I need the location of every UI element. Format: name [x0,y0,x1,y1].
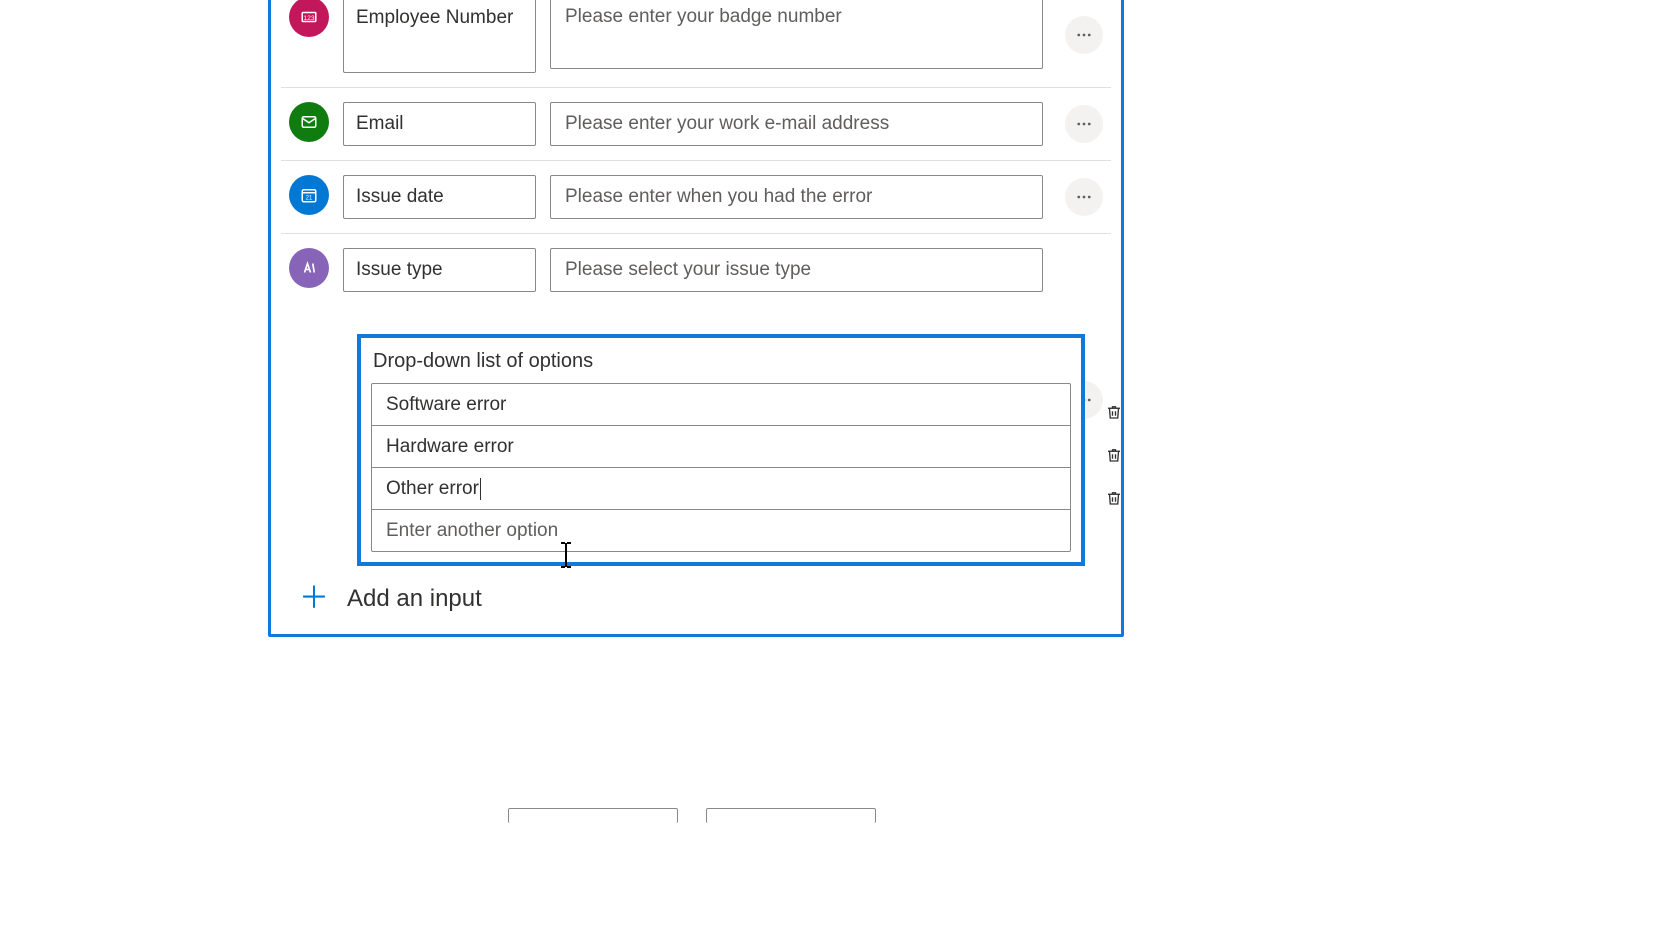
step-button[interactable] [706,808,876,823]
input-row-employee-number: 123 Employee Number Please enter your ba… [281,0,1111,88]
dropdown-option-text: Other error [386,478,479,500]
input-prompt-field[interactable]: Please enter your badge number [550,0,1043,69]
dropdown-options-list: Software error Hardware error Other erro… [371,383,1071,552]
input-row-issue-date: 21 Issue date Please enter when you had … [281,161,1111,234]
dropdown-options-editor: Drop-down list of options Software error… [357,334,1085,566]
input-name-field[interactable]: Issue type [343,248,536,292]
email-icon [289,102,329,142]
input-prompt-field[interactable]: Please select your issue type [550,248,1043,292]
dropdown-new-option-input[interactable]: Enter another option [372,510,1070,551]
trigger-inputs-card: 123 Employee Number Please enter your ba… [268,0,1124,637]
svg-text:21: 21 [306,196,313,202]
step-button[interactable] [508,808,678,823]
plus-icon: ＋ [299,584,329,614]
input-name-field[interactable]: Issue date [343,175,536,219]
dropdown-option-delete-column [1105,390,1123,519]
text-icon [289,248,329,288]
add-input-button[interactable]: ＋ Add an input [281,566,1111,614]
delete-option-button[interactable] [1105,476,1123,519]
delete-option-button[interactable] [1105,390,1123,433]
input-row-issue-type: Issue type Please select your issue type… [281,234,1111,566]
row-more-button[interactable] [1065,105,1103,143]
dropdown-option-input[interactable]: Software error [372,384,1070,426]
row-more-button[interactable] [1065,16,1103,54]
input-name-field[interactable]: Email [343,102,536,146]
svg-text:123: 123 [303,15,315,22]
input-prompt-field[interactable]: Please enter when you had the error [550,175,1043,219]
input-prompt-field[interactable]: Please enter your work e-mail address [550,102,1043,146]
step-action-buttons [508,808,876,823]
dropdown-editor-title: Drop-down list of options [373,350,1071,373]
dropdown-option-input[interactable]: Other error [372,468,1070,510]
row-more-button[interactable] [1065,178,1103,216]
number-icon: 123 [289,0,329,37]
add-input-label: Add an input [347,585,482,613]
text-caret [480,478,481,500]
date-icon: 21 [289,175,329,215]
input-row-email: Email Please enter your work e-mail addr… [281,88,1111,161]
delete-option-button[interactable] [1105,433,1123,476]
dropdown-option-input[interactable]: Hardware error [372,426,1070,468]
input-name-field[interactable]: Employee Number [343,0,536,73]
